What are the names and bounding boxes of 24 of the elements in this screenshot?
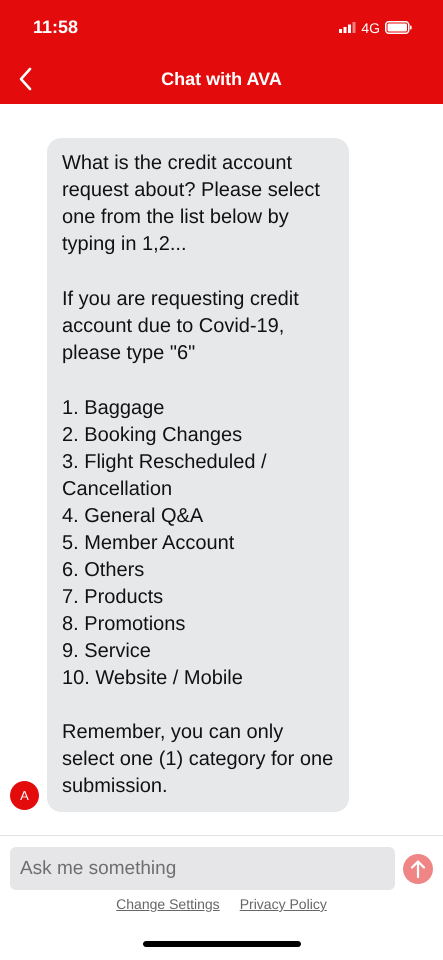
avatar: A xyxy=(10,781,39,810)
battery-icon xyxy=(385,21,412,34)
signal-icon xyxy=(339,22,356,33)
option-text: 8. Promotions xyxy=(62,612,186,637)
option-text: 5. Member Account xyxy=(62,531,236,556)
option-text: 2. Booking Changes xyxy=(62,423,244,448)
header-title: Chat with AVA xyxy=(161,69,282,90)
option-text: 10. Website / Mobile xyxy=(62,666,244,691)
option-text: 3. Flight Rescheduled / Cancellation xyxy=(62,450,268,502)
option-text: 7. Products xyxy=(62,585,164,610)
send-button[interactable] xyxy=(403,854,433,884)
status-time: 11:58 xyxy=(33,17,78,38)
option-text: 9. Service xyxy=(62,639,152,664)
footer-link[interactable]: Privacy Policy xyxy=(240,896,327,912)
network-label: 4G xyxy=(361,20,380,36)
back-icon[interactable] xyxy=(18,67,32,91)
option-text: 1. Baggage xyxy=(62,396,166,421)
footer-link[interactable]: Change Settings xyxy=(116,896,220,912)
message-input[interactable]: Ask me something xyxy=(10,847,395,890)
option-text: 4. General Q&A xyxy=(62,504,204,529)
option-text: 6. Others xyxy=(62,558,146,583)
message-text: If you are requesting credit account due to Covid-19, please type "6" xyxy=(62,287,300,366)
message-text: What is the credit account request about? Please select one from the list below by typing in 1,2... xyxy=(62,151,321,257)
message-text: Remember, you can only select one (1) category for one submission. xyxy=(62,720,334,799)
